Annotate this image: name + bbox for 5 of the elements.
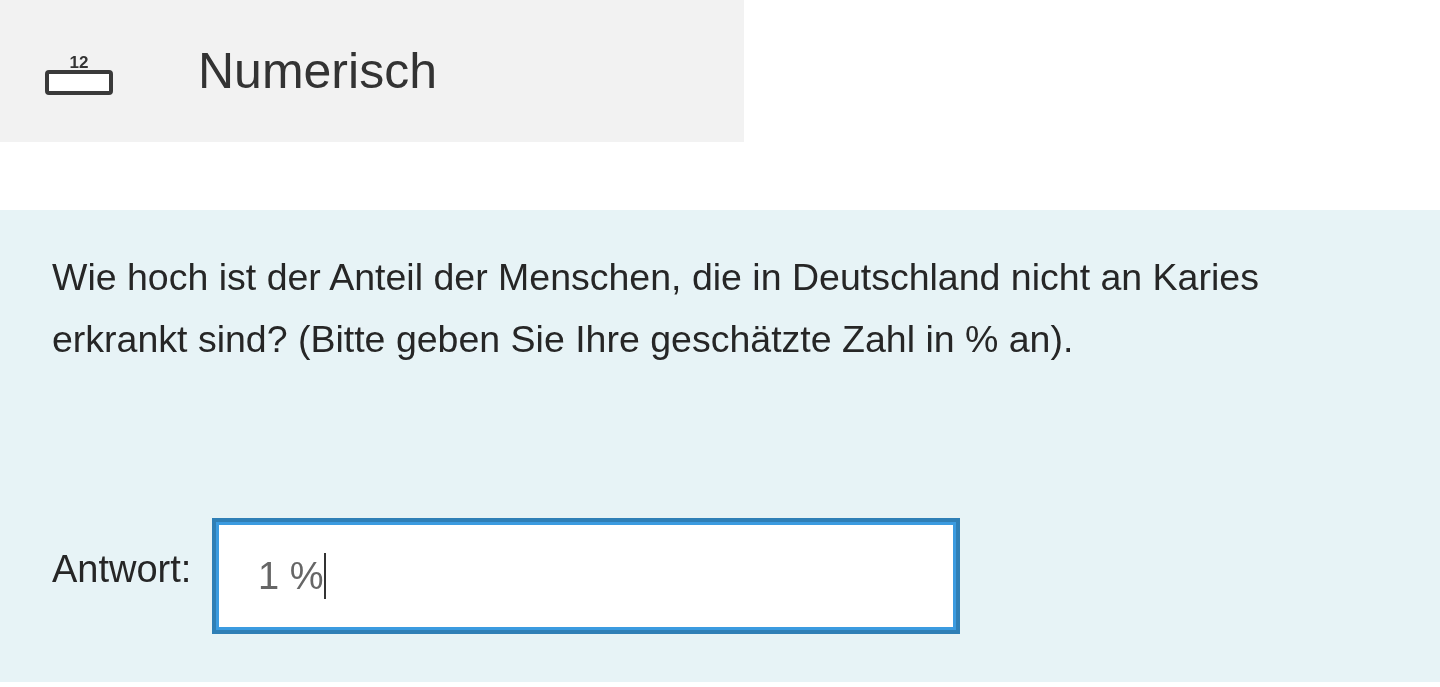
text-cursor-icon <box>324 553 327 599</box>
answer-field[interactable]: 1 % <box>212 518 960 634</box>
question-type-label: Numerisch <box>198 46 437 96</box>
answer-label: Antwort: <box>52 546 193 592</box>
question-text: Wie hoch ist der Anteil der Menschen, die in Deutschland nicht an Karies erkrankt sind? (Bitte geben Sie Ihre geschätzte Zahl in % an). <box>52 255 1260 362</box>
